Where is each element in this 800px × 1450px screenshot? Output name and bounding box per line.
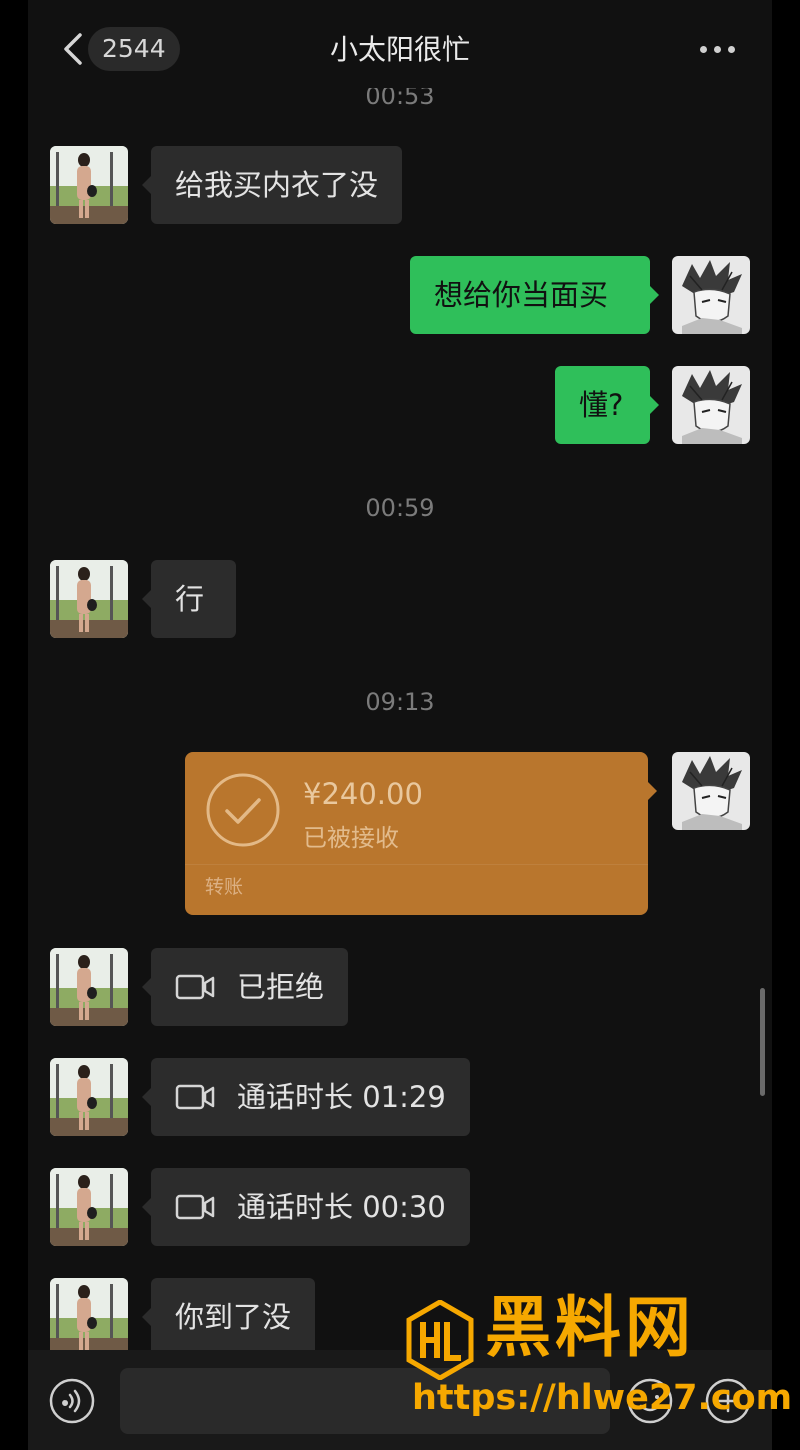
watermark-url: https://hlwe27.com bbox=[412, 1378, 793, 1418]
chat-header-overlay: 2544 小太阳很忙 bbox=[28, 0, 772, 88]
contact-avatar[interactable] bbox=[50, 560, 128, 638]
transfer-status: 已被接收 bbox=[303, 824, 399, 852]
watermark-text: 黑料网 bbox=[485, 1289, 695, 1366]
incoming-message[interactable]: 行 bbox=[142, 560, 236, 638]
user-avatar[interactable] bbox=[672, 752, 750, 830]
transfer-card[interactable]: ¥240.00 已被接收 转账 bbox=[185, 752, 657, 915]
divider bbox=[185, 864, 648, 865]
contact-avatar[interactable] bbox=[50, 1278, 128, 1356]
outgoing-message[interactable]: 想给你当面买 bbox=[410, 256, 659, 334]
video-call-message[interactable]: 已拒绝 bbox=[141, 948, 349, 1026]
scrollbar[interactable] bbox=[760, 988, 765, 1096]
contact-avatar[interactable] bbox=[50, 146, 128, 224]
incoming-message[interactable]: 给我买内衣了没 bbox=[141, 146, 403, 224]
video-call-icon bbox=[175, 1084, 215, 1110]
call-duration: 通话时长 00:30 bbox=[237, 1190, 446, 1224]
user-avatar[interactable] bbox=[672, 366, 750, 444]
contact-avatar[interactable] bbox=[50, 948, 128, 1026]
call-status: 已拒绝 bbox=[237, 970, 325, 1004]
video-call-icon bbox=[175, 1194, 215, 1220]
incoming-message[interactable]: 你到了没 bbox=[141, 1278, 316, 1356]
more-icon[interactable] bbox=[700, 46, 736, 54]
transfer-amount: ¥240.00 bbox=[303, 777, 423, 811]
contact-avatar[interactable] bbox=[50, 1168, 128, 1246]
chat-title: 小太阳很忙 bbox=[329, 33, 470, 66]
watermark-logo bbox=[406, 1300, 474, 1380]
transfer-label: 转账 bbox=[205, 876, 244, 898]
timestamp: 00:59 bbox=[365, 494, 435, 522]
video-call-icon bbox=[175, 974, 215, 1000]
user-avatar[interactable] bbox=[672, 256, 750, 334]
call-duration: 通话时长 01:29 bbox=[237, 1080, 446, 1114]
voice-icon[interactable] bbox=[48, 1377, 96, 1425]
outgoing-message[interactable]: 懂? bbox=[555, 366, 659, 444]
video-call-message[interactable]: 通话时长 00:30 bbox=[142, 1168, 470, 1246]
timestamp: 09:13 bbox=[365, 688, 435, 716]
check-circle-icon bbox=[206, 773, 280, 847]
contact-avatar[interactable] bbox=[50, 1058, 128, 1136]
video-call-message[interactable]: 通话时长 01:29 bbox=[142, 1058, 470, 1136]
